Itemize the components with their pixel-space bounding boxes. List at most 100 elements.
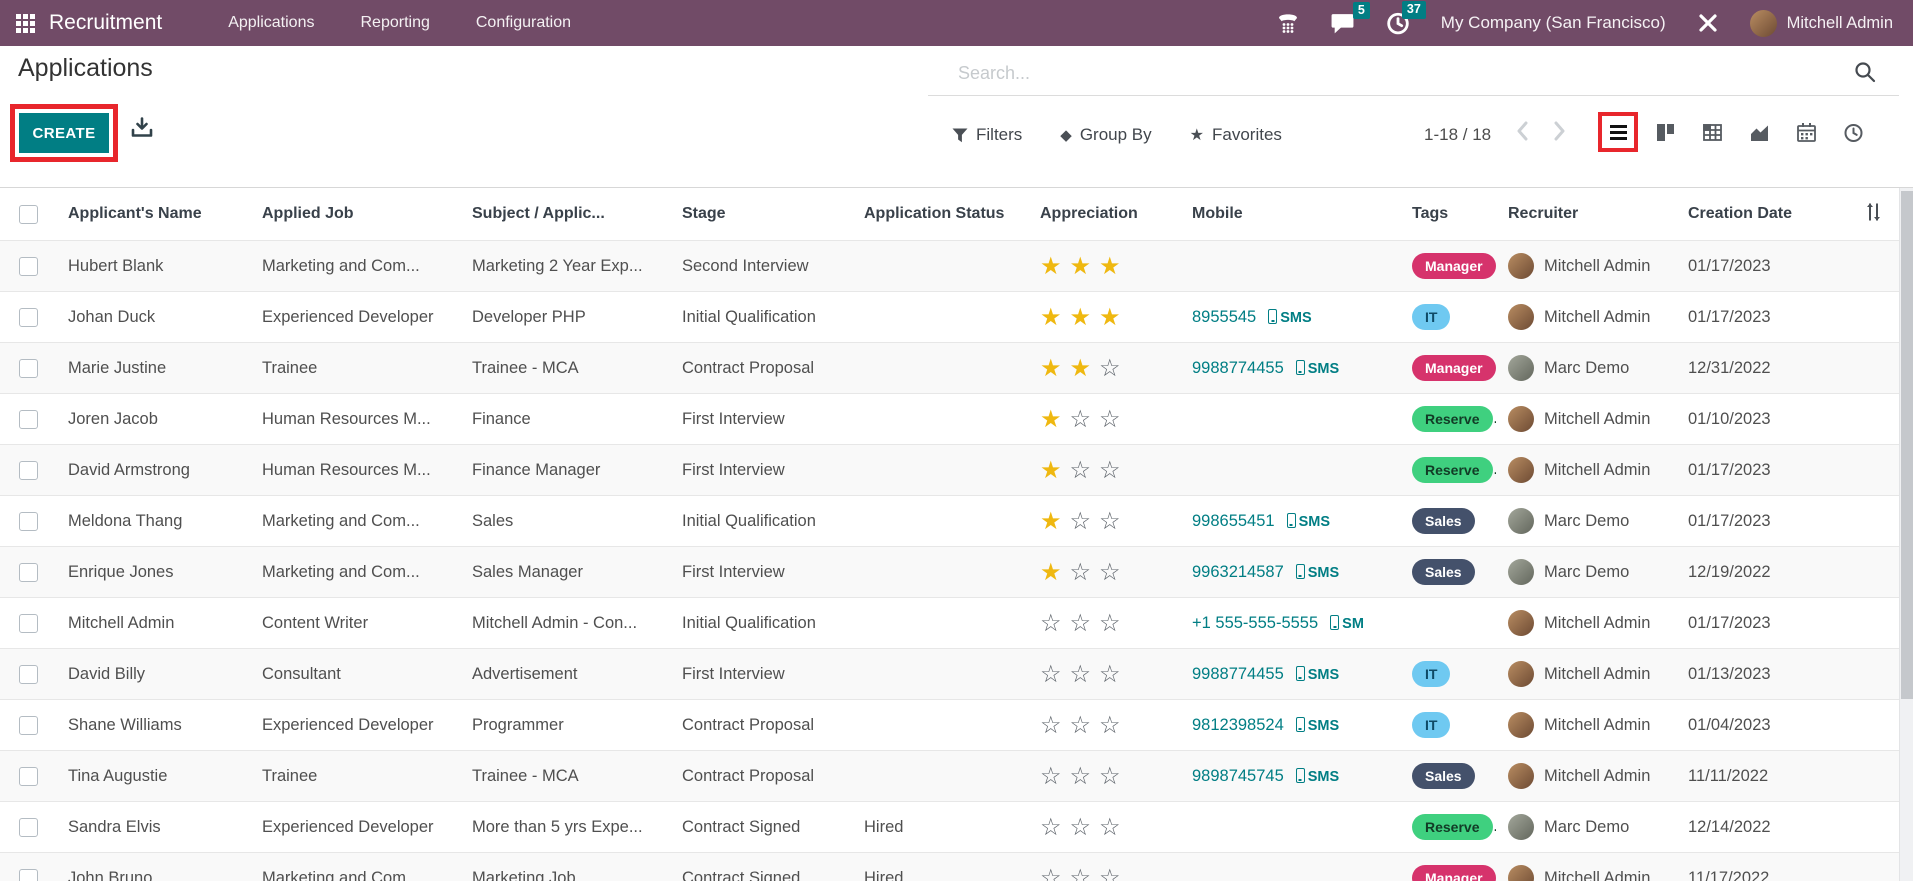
debug-tools-icon[interactable]	[1696, 11, 1720, 35]
menu-configuration[interactable]: Configuration	[476, 14, 571, 32]
star-filled-icon[interactable]: ★	[1070, 304, 1100, 331]
star-empty-icon[interactable]: ☆	[1099, 865, 1129, 881]
row-checkbox[interactable]	[19, 818, 38, 837]
star-filled-icon[interactable]: ★	[1040, 559, 1070, 586]
star-empty-icon[interactable]: ☆	[1070, 712, 1100, 739]
row-checkbox[interactable]	[19, 716, 38, 735]
star-empty-icon[interactable]: ☆	[1040, 865, 1070, 881]
sms-link[interactable]: SMS	[1308, 769, 1339, 785]
search-icon[interactable]	[1853, 60, 1877, 87]
table-row[interactable]: Mitchell AdminContent WriterMitchell Adm…	[0, 597, 1899, 648]
row-checkbox[interactable]	[19, 767, 38, 786]
menu-reporting[interactable]: Reporting	[360, 14, 429, 32]
star-empty-icon[interactable]: ☆	[1099, 763, 1129, 790]
user-menu[interactable]: Mitchell Admin	[1750, 10, 1893, 37]
activities-icon[interactable]: 37	[1385, 10, 1411, 36]
pager-previous-icon[interactable]	[1512, 118, 1534, 149]
kanban-view-button[interactable]	[1645, 112, 1685, 152]
star-empty-icon[interactable]: ☆	[1099, 457, 1129, 484]
table-row[interactable]: Marie JustineTraineeTrainee - MCAContrac…	[0, 342, 1899, 393]
menu-applications[interactable]: Applications	[228, 14, 314, 32]
table-row[interactable]: David ArmstrongHuman Resources M...Finan…	[0, 444, 1899, 495]
vertical-scrollbar[interactable]	[1899, 188, 1913, 881]
row-checkbox[interactable]	[19, 410, 38, 429]
star-filled-icon[interactable]: ★	[1040, 406, 1070, 433]
star-empty-icon[interactable]: ☆	[1040, 763, 1070, 790]
star-filled-icon[interactable]: ★	[1099, 253, 1129, 280]
row-checkbox[interactable]	[19, 461, 38, 480]
star-filled-icon[interactable]: ★	[1040, 304, 1070, 331]
row-checkbox[interactable]	[19, 308, 38, 327]
star-empty-icon[interactable]: ☆	[1070, 763, 1100, 790]
optional-columns-icon[interactable]	[1862, 201, 1884, 228]
search-input[interactable]	[958, 63, 1853, 84]
column-header-mobile[interactable]: Mobile	[1180, 205, 1400, 223]
star-empty-icon[interactable]: ☆	[1099, 814, 1129, 841]
star-empty-icon[interactable]: ☆	[1099, 355, 1129, 382]
mobile-link[interactable]: 8955545	[1192, 308, 1256, 326]
sms-link[interactable]: SM	[1342, 616, 1364, 632]
star-filled-icon[interactable]: ★	[1040, 457, 1070, 484]
messages-icon[interactable]: 5	[1330, 11, 1355, 36]
sms-link[interactable]: SMS	[1308, 718, 1339, 734]
sms-link[interactable]: SMS	[1308, 667, 1339, 683]
export-icon[interactable]	[130, 116, 154, 143]
mobile-link[interactable]: 998655451	[1192, 512, 1275, 530]
star-empty-icon[interactable]: ☆	[1070, 406, 1100, 433]
table-row[interactable]: David BillyConsultantAdvertisementFirst …	[0, 648, 1899, 699]
table-row[interactable]: John BrunoMarketing and Com...Marketing …	[0, 852, 1899, 881]
sms-link[interactable]: SMS	[1280, 310, 1311, 326]
table-row[interactable]: Joren JacobHuman Resources M...FinanceFi…	[0, 393, 1899, 444]
column-header-appreciation[interactable]: Appreciation	[1028, 205, 1180, 223]
mobile-link[interactable]: 9963214587	[1192, 563, 1284, 581]
column-header-applicant-s-name[interactable]: Applicant's Name	[56, 205, 250, 223]
pager-value[interactable]: 1-18 / 18	[1424, 125, 1491, 145]
graph-view-button[interactable]	[1739, 112, 1779, 152]
table-row[interactable]: Johan DuckExperienced DeveloperDeveloper…	[0, 291, 1899, 342]
sms-link[interactable]: SMS	[1299, 514, 1330, 530]
star-empty-icon[interactable]: ☆	[1099, 406, 1129, 433]
column-header-recruiter[interactable]: Recruiter	[1496, 205, 1676, 223]
star-empty-icon[interactable]: ☆	[1070, 661, 1100, 688]
star-empty-icon[interactable]: ☆	[1040, 814, 1070, 841]
row-checkbox[interactable]	[19, 869, 38, 881]
star-empty-icon[interactable]: ☆	[1040, 610, 1070, 637]
calendar-view-button[interactable]	[1786, 112, 1826, 152]
filters-button[interactable]: Filters	[952, 125, 1022, 145]
select-all-checkbox[interactable]	[19, 205, 38, 224]
star-filled-icon[interactable]: ★	[1070, 355, 1100, 382]
sms-link[interactable]: SMS	[1308, 361, 1339, 377]
row-checkbox[interactable]	[19, 665, 38, 684]
voip-phone-icon[interactable]	[1276, 11, 1300, 35]
star-empty-icon[interactable]: ☆	[1099, 712, 1129, 739]
table-row[interactable]: Enrique JonesMarketing and Com...Sales M…	[0, 546, 1899, 597]
star-filled-icon[interactable]: ★	[1070, 253, 1100, 280]
mobile-link[interactable]: 9988774455	[1192, 665, 1284, 683]
company-switcher[interactable]: My Company (San Francisco)	[1441, 13, 1666, 33]
star-empty-icon[interactable]: ☆	[1070, 814, 1100, 841]
star-filled-icon[interactable]: ★	[1040, 508, 1070, 535]
star-empty-icon[interactable]: ☆	[1040, 712, 1070, 739]
row-checkbox[interactable]	[19, 257, 38, 276]
create-button[interactable]: CREATE	[19, 113, 109, 153]
apps-grid-icon[interactable]	[16, 14, 35, 33]
scrollbar-thumb[interactable]	[1901, 191, 1913, 699]
star-empty-icon[interactable]: ☆	[1070, 559, 1100, 586]
table-row[interactable]: Sandra ElvisExperienced DeveloperMore th…	[0, 801, 1899, 852]
row-checkbox[interactable]	[19, 512, 38, 531]
favorites-button[interactable]: ★ Favorites	[1190, 125, 1282, 145]
star-empty-icon[interactable]: ☆	[1099, 610, 1129, 637]
star-empty-icon[interactable]: ☆	[1070, 610, 1100, 637]
table-row[interactable]: Hubert BlankMarketing and Com...Marketin…	[0, 240, 1899, 291]
row-checkbox[interactable]	[19, 359, 38, 378]
star-empty-icon[interactable]: ☆	[1099, 559, 1129, 586]
table-row[interactable]: Meldona ThangMarketing and Com...SalesIn…	[0, 495, 1899, 546]
pager-next-icon[interactable]	[1548, 118, 1570, 149]
mobile-link[interactable]: +1 555-555-5555	[1192, 614, 1318, 632]
star-empty-icon[interactable]: ☆	[1070, 508, 1100, 535]
activity-view-button[interactable]	[1833, 112, 1873, 152]
column-header-subject-applic[interactable]: Subject / Applic...	[460, 205, 670, 223]
star-filled-icon[interactable]: ★	[1040, 253, 1070, 280]
column-header-application-status[interactable]: Application Status	[852, 205, 1028, 223]
column-header-stage[interactable]: Stage	[670, 205, 852, 223]
